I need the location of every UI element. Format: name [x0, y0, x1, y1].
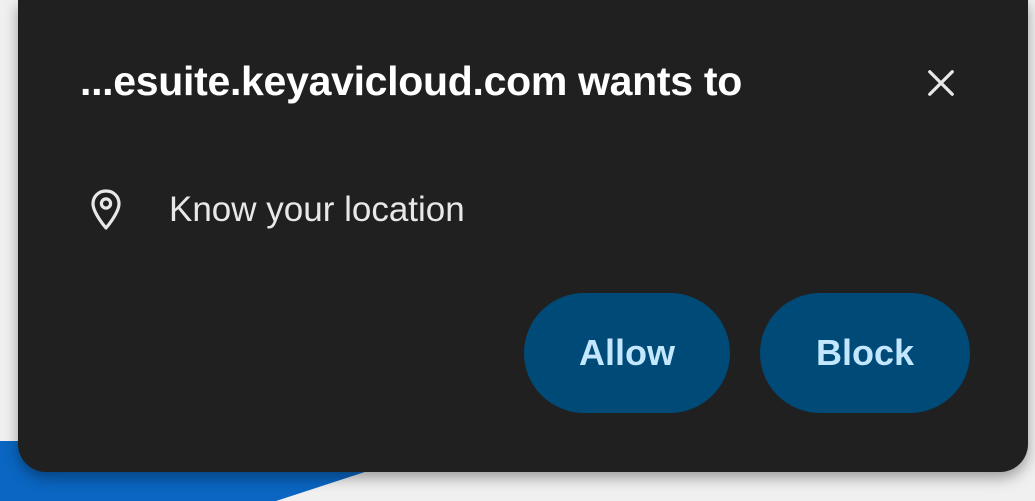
permission-label: Know your location	[169, 190, 465, 229]
location-pin-icon	[88, 185, 124, 235]
permission-item-location: Know your location	[88, 185, 465, 235]
close-icon	[928, 70, 954, 96]
close-button[interactable]	[910, 52, 972, 114]
permission-popup: ...esuite.keyavicloud.com wants to Know …	[18, 0, 1028, 472]
block-button[interactable]: Block	[760, 293, 970, 413]
permission-title: ...esuite.keyavicloud.com wants to	[80, 58, 742, 104]
allow-button[interactable]: Allow	[524, 293, 730, 413]
